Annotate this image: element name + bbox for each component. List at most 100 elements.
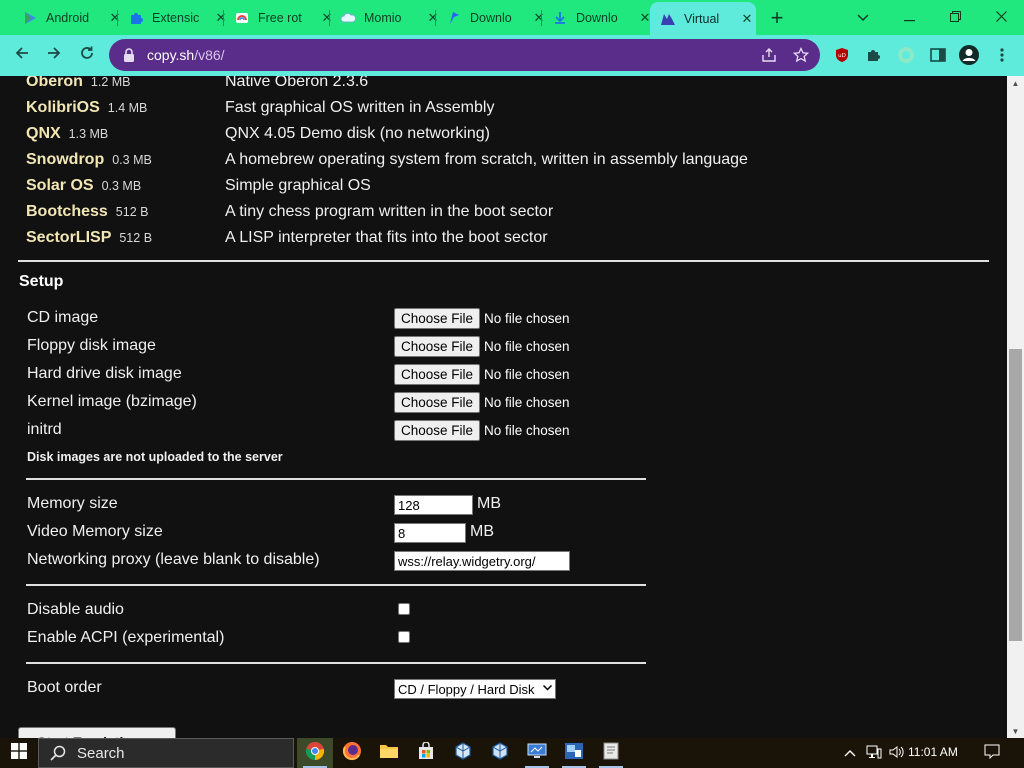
- taskbar-file-explorer[interactable]: [371, 738, 407, 768]
- profile-sync-icon[interactable]: [896, 45, 916, 65]
- cd-image-choose-file-button[interactable]: Choose File: [394, 308, 480, 329]
- taskbar-image-app[interactable]: [556, 738, 592, 768]
- share-icon[interactable]: [759, 46, 779, 64]
- scroll-up-arrow-icon[interactable]: ▲: [1007, 76, 1024, 90]
- os-size: 1.3 MB: [68, 127, 109, 141]
- puzzle-extension-favicon-icon: [128, 10, 144, 26]
- tab-momio[interactable]: Momio ✕: [330, 4, 442, 31]
- arrow-left-icon: [14, 45, 30, 66]
- taskbar-search-box[interactable]: Search: [38, 738, 294, 768]
- image-editor-icon: [564, 742, 584, 765]
- enable-acpi-checkbox[interactable]: [398, 631, 410, 643]
- kernel-image-choose-file-button[interactable]: Choose File: [394, 392, 480, 413]
- taskbar-store[interactable]: [408, 738, 444, 768]
- page-scrollbar[interactable]: ▲ ▼: [1007, 76, 1024, 738]
- notification-icon: [984, 744, 1000, 762]
- taskbar-virtualbox-1[interactable]: [445, 738, 481, 768]
- os-item-bootchess[interactable]: Bootchess 512 B: [26, 203, 148, 225]
- reload-button[interactable]: [73, 41, 101, 69]
- chevron-down-icon: [857, 9, 869, 25]
- tab-title: Android: [46, 10, 90, 25]
- section-divider: [26, 584, 646, 586]
- tab-download-2[interactable]: Downlo ✕: [542, 4, 654, 31]
- back-button[interactable]: [8, 41, 36, 69]
- taskbar-clock[interactable]: 11:01 AM: [908, 745, 958, 759]
- os-name[interactable]: Oberon: [26, 76, 83, 91]
- restore-button[interactable]: [932, 0, 978, 33]
- tab-android[interactable]: Android ✕: [12, 4, 124, 31]
- volume-status[interactable]: [887, 738, 907, 768]
- os-name[interactable]: Solar OS: [26, 177, 94, 195]
- networking-proxy-label: Networking proxy (leave blank to disable…: [27, 551, 320, 568]
- taskbar-chrome[interactable]: [297, 738, 333, 768]
- disable-audio-checkbox[interactable]: [398, 603, 410, 615]
- tab-title: Downlo: [576, 10, 618, 25]
- store-bag-icon: [417, 740, 435, 765]
- url-path: /v86/: [194, 47, 225, 63]
- windows-start-button[interactable]: [0, 738, 38, 768]
- tab-extensions[interactable]: Extensic ✕: [118, 4, 230, 31]
- star-bookmark-icon[interactable]: [791, 46, 811, 64]
- show-hidden-icons-button[interactable]: [842, 738, 858, 768]
- os-item-kolibrios[interactable]: KolibriOS 1.4 MB: [26, 99, 147, 121]
- minimize-icon: [903, 9, 915, 25]
- os-item-qnx[interactable]: QNX 1.3 MB: [26, 125, 108, 147]
- address-bar[interactable]: copy.sh/v86/: [109, 39, 820, 71]
- taskbar-firefox[interactable]: [334, 738, 370, 768]
- initrd-choose-file-button[interactable]: Choose File: [394, 420, 480, 441]
- extensions-puzzle-icon[interactable]: [864, 45, 884, 65]
- tab-close-icon[interactable]: ✕: [738, 10, 756, 28]
- tab-download-1[interactable]: Downlo ✕: [436, 4, 548, 31]
- avatar[interactable]: [959, 45, 979, 65]
- tab-search-button[interactable]: [840, 0, 886, 33]
- side-panel-icon[interactable]: [928, 45, 948, 65]
- networking-proxy-input[interactable]: wss://relay.widgetry.org/: [394, 551, 570, 571]
- tab-free-robux[interactable]: Free rot ✕: [224, 4, 336, 31]
- os-item-sectorlisp[interactable]: SectorLISP 512 B: [26, 229, 152, 251]
- scrollbar-thumb[interactable]: [1009, 349, 1022, 641]
- section-divider: [18, 260, 989, 262]
- close-window-button[interactable]: [978, 0, 1024, 33]
- initrd-label: initrd: [27, 421, 62, 438]
- os-item-solar-os[interactable]: Solar OS 0.3 MB: [26, 177, 141, 199]
- taskbar-notepad[interactable]: [593, 738, 629, 768]
- video-memory-input[interactable]: 8: [394, 523, 466, 543]
- floppy-image-choose-file-button[interactable]: Choose File: [394, 336, 480, 357]
- os-name[interactable]: QNX: [26, 125, 61, 143]
- tab-title: Virtual: [684, 11, 720, 26]
- lock-icon[interactable]: [121, 47, 137, 63]
- ublock-origin-icon[interactable]: uD: [832, 45, 852, 65]
- scroll-down-arrow-icon[interactable]: ▼: [1007, 724, 1024, 738]
- start-emulation-button[interactable]: Start Emulation: [18, 727, 176, 738]
- os-size: 1.4 MB: [107, 101, 148, 115]
- memory-size-input[interactable]: 128: [394, 495, 473, 515]
- forward-button[interactable]: [40, 41, 68, 69]
- new-tab-button[interactable]: +: [764, 5, 790, 31]
- document-icon: [602, 742, 620, 765]
- os-item-oberon[interactable]: Oberon 1.2 MB: [26, 76, 131, 95]
- os-size: 1.2 MB: [90, 76, 131, 89]
- browser-toolbar: copy.sh/v86/ uD: [0, 35, 1024, 76]
- section-divider: [26, 478, 646, 480]
- os-name[interactable]: Bootchess: [26, 203, 108, 221]
- os-item-snowdrop[interactable]: Snowdrop 0.3 MB: [26, 151, 152, 173]
- video-memory-label: Video Memory size: [27, 523, 163, 540]
- tab-virtual-active[interactable]: Virtual ✕: [650, 2, 756, 35]
- network-status[interactable]: [864, 738, 884, 768]
- os-name[interactable]: KolibriOS: [26, 99, 100, 117]
- os-name[interactable]: SectorLISP: [26, 229, 111, 247]
- tab-title: Momio: [364, 10, 402, 25]
- firefox-icon: [342, 741, 362, 766]
- notifications-button[interactable]: [980, 738, 1004, 768]
- taskbar-remote-desktop[interactable]: [519, 738, 555, 768]
- menu-kebab-icon[interactable]: [992, 45, 1012, 65]
- minimize-button[interactable]: [886, 0, 932, 33]
- hard-drive-image-file-status: No file chosen: [484, 367, 570, 382]
- os-name[interactable]: Snowdrop: [26, 151, 104, 169]
- boot-order-label: Boot order: [27, 679, 102, 696]
- boot-order-select[interactable]: CD / Floppy / Hard Disk: [394, 679, 556, 699]
- arrow-right-icon: [46, 45, 62, 66]
- hard-drive-image-choose-file-button[interactable]: Choose File: [394, 364, 480, 385]
- speaker-icon: [889, 745, 905, 762]
- taskbar-virtualbox-2[interactable]: [482, 738, 518, 768]
